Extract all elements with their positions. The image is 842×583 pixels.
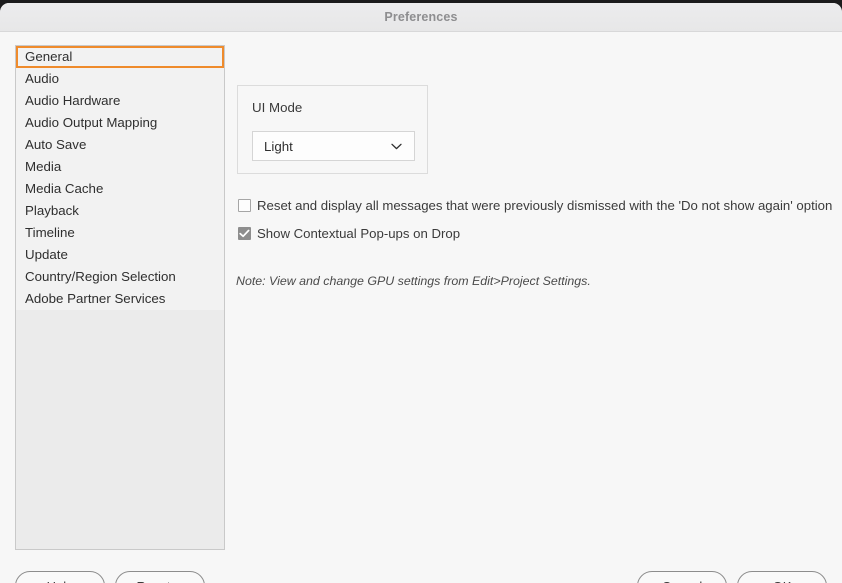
- reset-messages-checkbox[interactable]: [238, 199, 251, 212]
- check-icon: [239, 229, 250, 238]
- reset-messages-label: Reset and display all messages that were…: [257, 197, 832, 214]
- ui-mode-value: Light: [264, 139, 391, 154]
- sidebar-item-playback[interactable]: Playback: [16, 200, 224, 222]
- preferences-dialog: Preferences GeneralAudioAudio HardwareAu…: [0, 3, 842, 583]
- ui-mode-label: UI Mode: [252, 100, 302, 115]
- sidebar-item-auto-save[interactable]: Auto Save: [16, 134, 224, 156]
- help-button[interactable]: Help: [15, 571, 105, 583]
- sidebar-item-update[interactable]: Update: [16, 244, 224, 266]
- dialog-body: GeneralAudioAudio HardwareAudio Output M…: [0, 32, 842, 583]
- ui-mode-select[interactable]: Light: [252, 131, 415, 161]
- ui-mode-group: UI Mode Light: [237, 85, 428, 174]
- chevron-down-icon: [391, 143, 402, 150]
- window-title: Preferences: [384, 10, 457, 24]
- sidebar-item-media-cache[interactable]: Media Cache: [16, 178, 224, 200]
- sidebar-item-adobe-partner-services[interactable]: Adobe Partner Services: [16, 288, 224, 310]
- sidebar-item-timeline[interactable]: Timeline: [16, 222, 224, 244]
- contextual-popups-checkbox[interactable]: [238, 227, 251, 240]
- category-list[interactable]: GeneralAudioAudio HardwareAudio Output M…: [15, 45, 225, 550]
- contextual-popups-checkbox-row[interactable]: Show Contextual Pop-ups on Drop: [238, 225, 460, 242]
- cancel-button[interactable]: Cancel: [637, 571, 727, 583]
- gpu-settings-note: Note: View and change GPU settings from …: [236, 274, 591, 288]
- contextual-popups-label: Show Contextual Pop-ups on Drop: [257, 225, 460, 242]
- sidebar-item-country-region-selection[interactable]: Country/Region Selection: [16, 266, 224, 288]
- sidebar-item-audio[interactable]: Audio: [16, 68, 224, 90]
- ok-button[interactable]: OK: [737, 571, 827, 583]
- sidebar-item-audio-hardware[interactable]: Audio Hardware: [16, 90, 224, 112]
- reset-button[interactable]: Reset…: [115, 571, 205, 583]
- sidebar-item-media[interactable]: Media: [16, 156, 224, 178]
- sidebar-item-audio-output-mapping[interactable]: Audio Output Mapping: [16, 112, 224, 134]
- reset-messages-checkbox-row[interactable]: Reset and display all messages that were…: [238, 197, 832, 214]
- sidebar-item-general[interactable]: General: [16, 46, 224, 68]
- title-bar: Preferences: [0, 3, 842, 32]
